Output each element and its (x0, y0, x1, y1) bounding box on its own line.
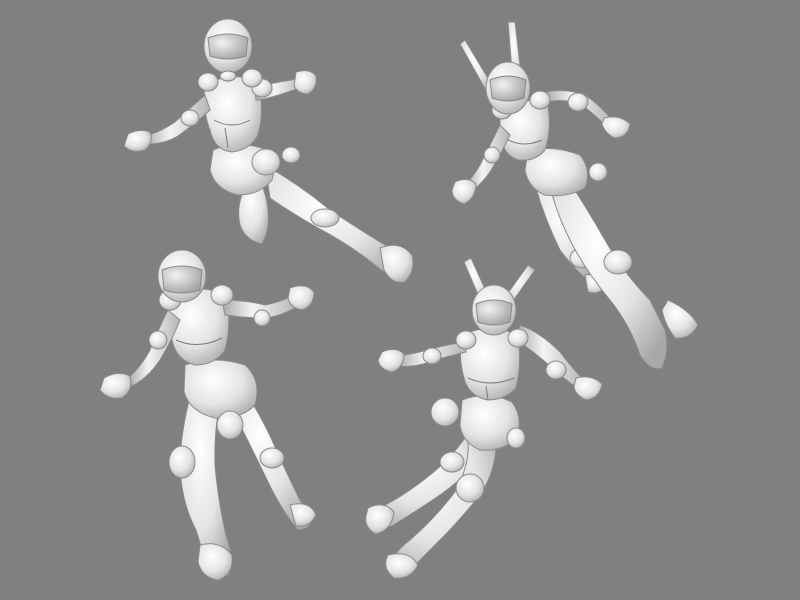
figure-bottom-left-helmet (99, 249, 317, 581)
figure-top-left-helmet (123, 18, 414, 283)
render-stage (0, 0, 800, 600)
figures-render (99, 18, 699, 581)
figure-bottom-right-antenna (365, 257, 603, 579)
